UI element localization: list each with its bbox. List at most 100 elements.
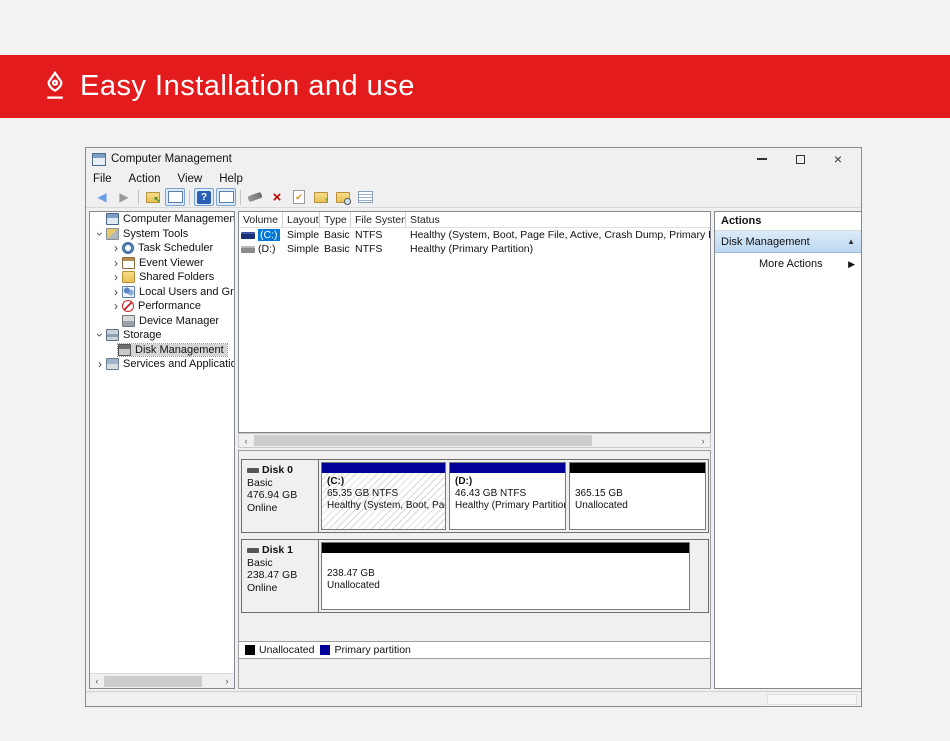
disk-kind: Basic	[247, 557, 318, 570]
performance-icon	[122, 300, 134, 312]
volume-name: (D:)	[258, 243, 276, 255]
main-pane: Volume Layout Type File System Status (C…	[238, 211, 711, 689]
scroll-left-icon[interactable]: ‹	[239, 436, 253, 446]
expand-closed-icon[interactable]: ›	[110, 287, 122, 297]
pen-nib-icon	[38, 70, 72, 104]
scroll-right-icon[interactable]: ›	[696, 436, 710, 446]
scroll-thumb[interactable]	[104, 676, 202, 687]
column-file-system[interactable]: File System	[351, 212, 406, 227]
console-tree: Computer Management (Local › System Tool…	[89, 211, 235, 689]
show-actions-pane-button[interactable]	[216, 188, 236, 206]
expand-closed-icon[interactable]: ›	[110, 258, 122, 268]
partition-d[interactable]: (D:) 46.43 GB NTFS Healthy (Primary Part…	[449, 462, 566, 530]
back-icon: ◀	[97, 190, 106, 204]
expand-closed-icon[interactable]: ›	[94, 359, 106, 369]
disk0-row: Disk 0 Basic 476.94 GB Online (C:) 65.35…	[241, 459, 709, 533]
column-layout[interactable]: Layout	[283, 212, 320, 227]
partition-health: Unallocated	[575, 500, 703, 512]
tree-item-label: Disk Management	[135, 344, 224, 356]
scroll-right-icon[interactable]: ›	[220, 676, 234, 686]
column-status[interactable]: Status	[406, 212, 710, 227]
show-console-tree-button[interactable]	[165, 188, 185, 206]
disk-state: Online	[247, 502, 318, 515]
disk-name: Disk 1	[262, 544, 293, 557]
status-bar	[86, 691, 861, 706]
tree-item-event-viewer[interactable]: › Event Viewer	[90, 256, 234, 271]
disk-icon	[247, 468, 259, 473]
explore-button[interactable]	[333, 188, 353, 206]
tree-item-disk-management[interactable]: Disk Management	[90, 343, 234, 358]
volume-icon	[241, 246, 255, 253]
maximize-button[interactable]	[781, 148, 819, 170]
event-viewer-icon	[122, 257, 135, 269]
cell-file-system: NTFS	[351, 243, 406, 255]
details-icon	[358, 191, 373, 203]
tree-item-performance[interactable]: › Performance	[90, 299, 234, 314]
more-actions-item[interactable]: More Actions ▶	[715, 253, 861, 275]
tree-item-computer-management[interactable]: Computer Management (Local	[90, 212, 234, 227]
main-horizontal-scrollbar[interactable]: ‹ ›	[238, 433, 711, 448]
tree-item-label: Event Viewer	[139, 257, 204, 269]
tree-item-label: Storage	[123, 329, 162, 341]
menu-action[interactable]: Action	[129, 173, 161, 185]
volume-list-header: Volume Layout Type File System Status	[239, 212, 710, 228]
volume-name-selected: (C:)	[258, 229, 280, 241]
tree-item-device-manager[interactable]: Device Manager	[90, 314, 234, 329]
partition-size: 65.35 GB NTFS	[327, 488, 443, 500]
forward-button[interactable]: ▶	[114, 188, 134, 206]
close-button[interactable]: ×	[819, 148, 857, 170]
column-volume[interactable]: Volume	[239, 212, 283, 227]
expand-closed-icon[interactable]: ›	[110, 243, 122, 253]
unallocated-strip	[322, 543, 689, 553]
minimize-button[interactable]	[743, 148, 781, 170]
tree-item-task-scheduler[interactable]: › Task Scheduler	[90, 241, 234, 256]
volume-row-d[interactable]: (D:) Simple Basic NTFS Healthy (Primary …	[239, 242, 710, 256]
actions-group-disk-management[interactable]: Disk Management ▲	[715, 231, 861, 253]
volume-icon	[241, 232, 255, 239]
back-button[interactable]: ◀	[92, 188, 112, 206]
legend-unallocated: Unallocated	[245, 644, 314, 656]
storage-icon	[106, 329, 119, 341]
up-level-button[interactable]: ↖	[143, 188, 163, 206]
scroll-left-icon[interactable]: ‹	[90, 676, 104, 686]
tree-item-system-tools[interactable]: › System Tools	[90, 227, 234, 242]
folder-search-icon	[336, 192, 350, 203]
primary-partition-strip	[450, 463, 565, 473]
device-manager-icon	[122, 315, 135, 327]
menu-view[interactable]: View	[178, 173, 203, 185]
expand-open-icon[interactable]: ›	[95, 329, 105, 341]
tree-item-services-and-applications[interactable]: › Services and Applications	[90, 357, 234, 372]
expand-closed-icon[interactable]: ›	[110, 301, 122, 311]
toolbar: ◀ ▶ ↖ ? × ✔ ↑	[86, 187, 861, 208]
menu-file[interactable]: File	[93, 173, 112, 185]
partition-name: (D:)	[455, 476, 563, 488]
partition-c[interactable]: (C:) 65.35 GB NTFS Healthy (System, Boot…	[321, 462, 446, 530]
cell-layout: Simple	[283, 243, 320, 255]
rescan-button[interactable]	[245, 188, 265, 206]
delete-button[interactable]: ×	[267, 188, 287, 206]
disk0-label[interactable]: Disk 0 Basic 476.94 GB Online	[242, 460, 319, 532]
volume-row-c[interactable]: (C:) Simple Basic NTFS Healthy (System, …	[239, 228, 710, 242]
partition-unallocated[interactable]: 238.47 GB Unallocated	[321, 542, 690, 610]
details-view-button[interactable]	[355, 188, 375, 206]
titlebar[interactable]: Computer Management ×	[86, 148, 861, 170]
partition-unallocated[interactable]: 365.15 GB Unallocated	[569, 462, 706, 530]
tree-horizontal-scrollbar[interactable]: ‹ ›	[90, 673, 234, 688]
menu-help[interactable]: Help	[219, 173, 243, 185]
scroll-thumb[interactable]	[254, 435, 592, 446]
help-button[interactable]: ?	[194, 188, 214, 206]
tree-item-local-users-and-groups[interactable]: › Local Users and Groups	[90, 285, 234, 300]
partition-health: Healthy (Primary Partitior	[455, 500, 563, 512]
export-button[interactable]: ↑	[311, 188, 331, 206]
status-grip	[767, 694, 857, 705]
expand-open-icon[interactable]: ›	[95, 228, 105, 240]
window-title: Computer Management	[111, 153, 232, 165]
tree-item-shared-folders[interactable]: › Shared Folders	[90, 270, 234, 285]
disk1-label[interactable]: Disk 1 Basic 238.47 GB Online	[242, 540, 319, 612]
collapse-up-icon[interactable]: ▲	[847, 237, 855, 246]
check-task-button[interactable]: ✔	[289, 188, 309, 206]
column-type[interactable]: Type	[320, 212, 351, 227]
expand-closed-icon[interactable]: ›	[110, 272, 122, 282]
tree-item-storage[interactable]: › Storage	[90, 328, 234, 343]
page: Easy Installation and use Computer Manag…	[0, 0, 950, 741]
